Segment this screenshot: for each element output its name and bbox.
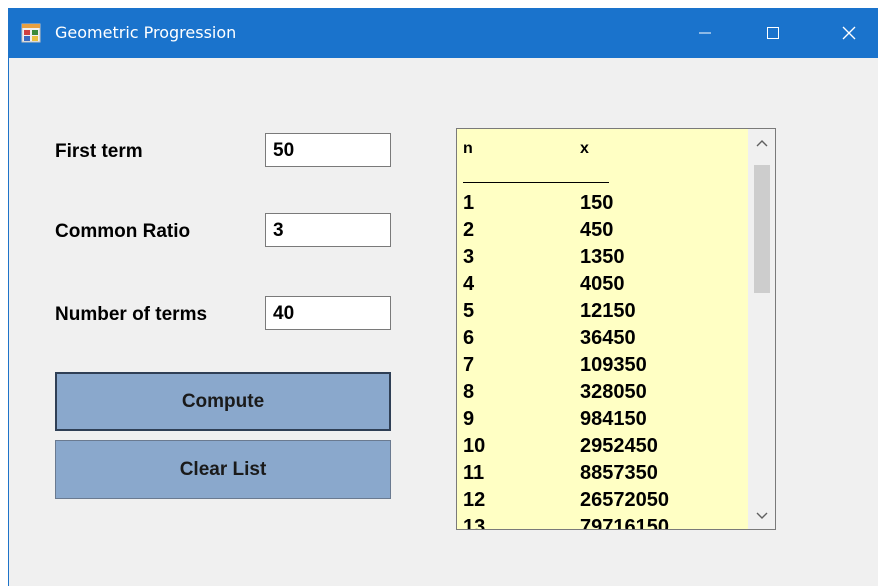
list-rows: 1 150 2 450 3 1350 4 4050 5 12150 6 36450 7 109… xyxy=(463,190,753,530)
list-item[interactable]: 2 450 xyxy=(463,217,753,244)
list-item-n: 10 xyxy=(463,435,486,457)
common-ratio-input[interactable]: 3 xyxy=(265,213,391,247)
minimize-button[interactable] xyxy=(675,8,735,58)
list-item-x: 8857350 xyxy=(580,462,658,484)
chevron-up-icon xyxy=(756,134,768,152)
number-of-terms-label: Number of terms xyxy=(55,304,208,325)
list-item-n: 13 xyxy=(463,516,486,530)
list-item-n: 7 xyxy=(463,354,475,376)
chevron-down-icon xyxy=(756,507,768,525)
list-item[interactable]: 6 36450 xyxy=(463,325,753,352)
number-of-terms-input[interactable]: 40 xyxy=(265,296,391,330)
list-item-x: 984150 xyxy=(580,408,647,430)
maximize-icon xyxy=(766,26,780,40)
list-item-x: 2952450 xyxy=(580,435,658,457)
list-item[interactable]: 12 26572050 xyxy=(463,487,753,514)
list-item-x: 150 xyxy=(580,192,614,214)
compute-button[interactable]: Compute xyxy=(55,372,391,431)
list-item[interactable]: 10 2952450 xyxy=(463,433,753,460)
list-item-n: 3 xyxy=(463,246,475,268)
list-item-n: 5 xyxy=(463,300,475,322)
list-item[interactable]: 1 150 xyxy=(463,190,753,217)
clear-list-button[interactable]: Clear List xyxy=(55,440,391,499)
first-term-label: First term xyxy=(55,141,143,162)
minimize-icon xyxy=(698,26,712,40)
close-icon xyxy=(841,25,857,41)
list-item[interactable]: 7 109350 xyxy=(463,352,753,379)
list-item-x: 1350 xyxy=(580,246,625,268)
list-item[interactable]: 4 4050 xyxy=(463,271,753,298)
windows-form-icon xyxy=(21,23,41,43)
scroll-down-button[interactable] xyxy=(748,502,775,529)
list-item[interactable]: 13 79716150 xyxy=(463,514,753,530)
list-item-x: 4050 xyxy=(580,273,625,295)
list-item-x: 328050 xyxy=(580,381,647,403)
first-term-input[interactable]: 50 xyxy=(265,133,391,167)
scroll-up-button[interactable] xyxy=(748,129,775,156)
header-divider xyxy=(463,182,609,183)
list-item[interactable]: 5 12150 xyxy=(463,298,753,325)
list-item-x: 12150 xyxy=(580,300,636,322)
list-item-n: 6 xyxy=(463,327,475,349)
list-item[interactable]: 3 1350 xyxy=(463,244,753,271)
window-title: Geometric Progression xyxy=(55,23,237,42)
list-item-n: 1 xyxy=(463,192,475,214)
list-item[interactable]: 8 328050 xyxy=(463,379,753,406)
list-item-n: 8 xyxy=(463,381,475,403)
list-item-x: 36450 xyxy=(580,327,636,349)
results-listbox[interactable]: n x 1 150 2 450 3 1350 4 4050 5 12150 6 36450 … xyxy=(456,128,776,530)
list-item-n: 9 xyxy=(463,408,475,430)
header-n: n xyxy=(463,140,473,157)
list-item-x: 26572050 xyxy=(580,489,669,511)
list-item-x: 109350 xyxy=(580,354,647,376)
maximize-button[interactable] xyxy=(743,8,803,58)
list-item-n: 12 xyxy=(463,489,486,511)
title-bar[interactable]: Geometric Progression xyxy=(9,8,878,58)
list-item[interactable]: 11 8857350 xyxy=(463,460,753,487)
list-item-x: 450 xyxy=(580,219,614,241)
list-item-n: 4 xyxy=(463,273,475,295)
vertical-scrollbar[interactable] xyxy=(748,129,775,529)
list-item-n: 2 xyxy=(463,219,475,241)
close-button[interactable] xyxy=(819,8,878,58)
list-item[interactable]: 9 984150 xyxy=(463,406,753,433)
list-item-x: 79716150 xyxy=(580,516,669,530)
scroll-thumb[interactable] xyxy=(754,165,770,293)
app-window: Geometric Progression First term 50 Comm… xyxy=(8,8,878,586)
common-ratio-label: Common Ratio xyxy=(55,221,191,242)
header-x: x xyxy=(580,140,589,157)
list-item-n: 11 xyxy=(463,462,485,484)
